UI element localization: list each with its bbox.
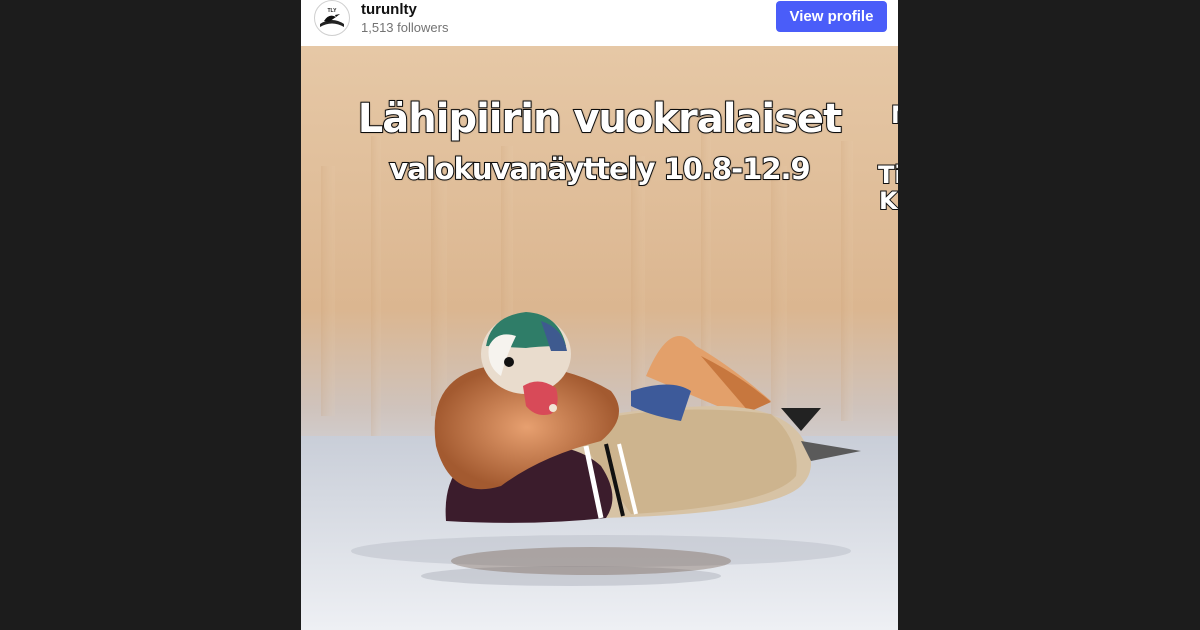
edge-text-fragment-1: M — [890, 101, 898, 129]
profile-username[interactable]: turunlty — [361, 1, 417, 18]
avatar-text: TLY — [328, 8, 338, 14]
follower-count: 1,513 followers — [361, 20, 449, 35]
post-header: TLY turunlty 1,513 followers View profil… — [301, 0, 898, 46]
edge-text-fragment-2: Ti — [877, 161, 898, 189]
profile-avatar[interactable]: TLY — [314, 0, 350, 36]
edge-text-fragment-3: K — [878, 187, 898, 215]
post-subtitle: valokuvanäyttely 10.8-12.9 — [388, 151, 811, 187]
bird-logo-icon: TLY — [316, 2, 348, 34]
post-image[interactable]: Lähipiirin vuokralaiset valokuvanäyttely… — [301, 46, 898, 630]
post-title: Lähipiirin vuokralaiset — [357, 95, 843, 143]
instagram-embed: TLY turunlty 1,513 followers View profil… — [301, 0, 898, 630]
view-profile-button[interactable]: View profile — [776, 1, 887, 32]
